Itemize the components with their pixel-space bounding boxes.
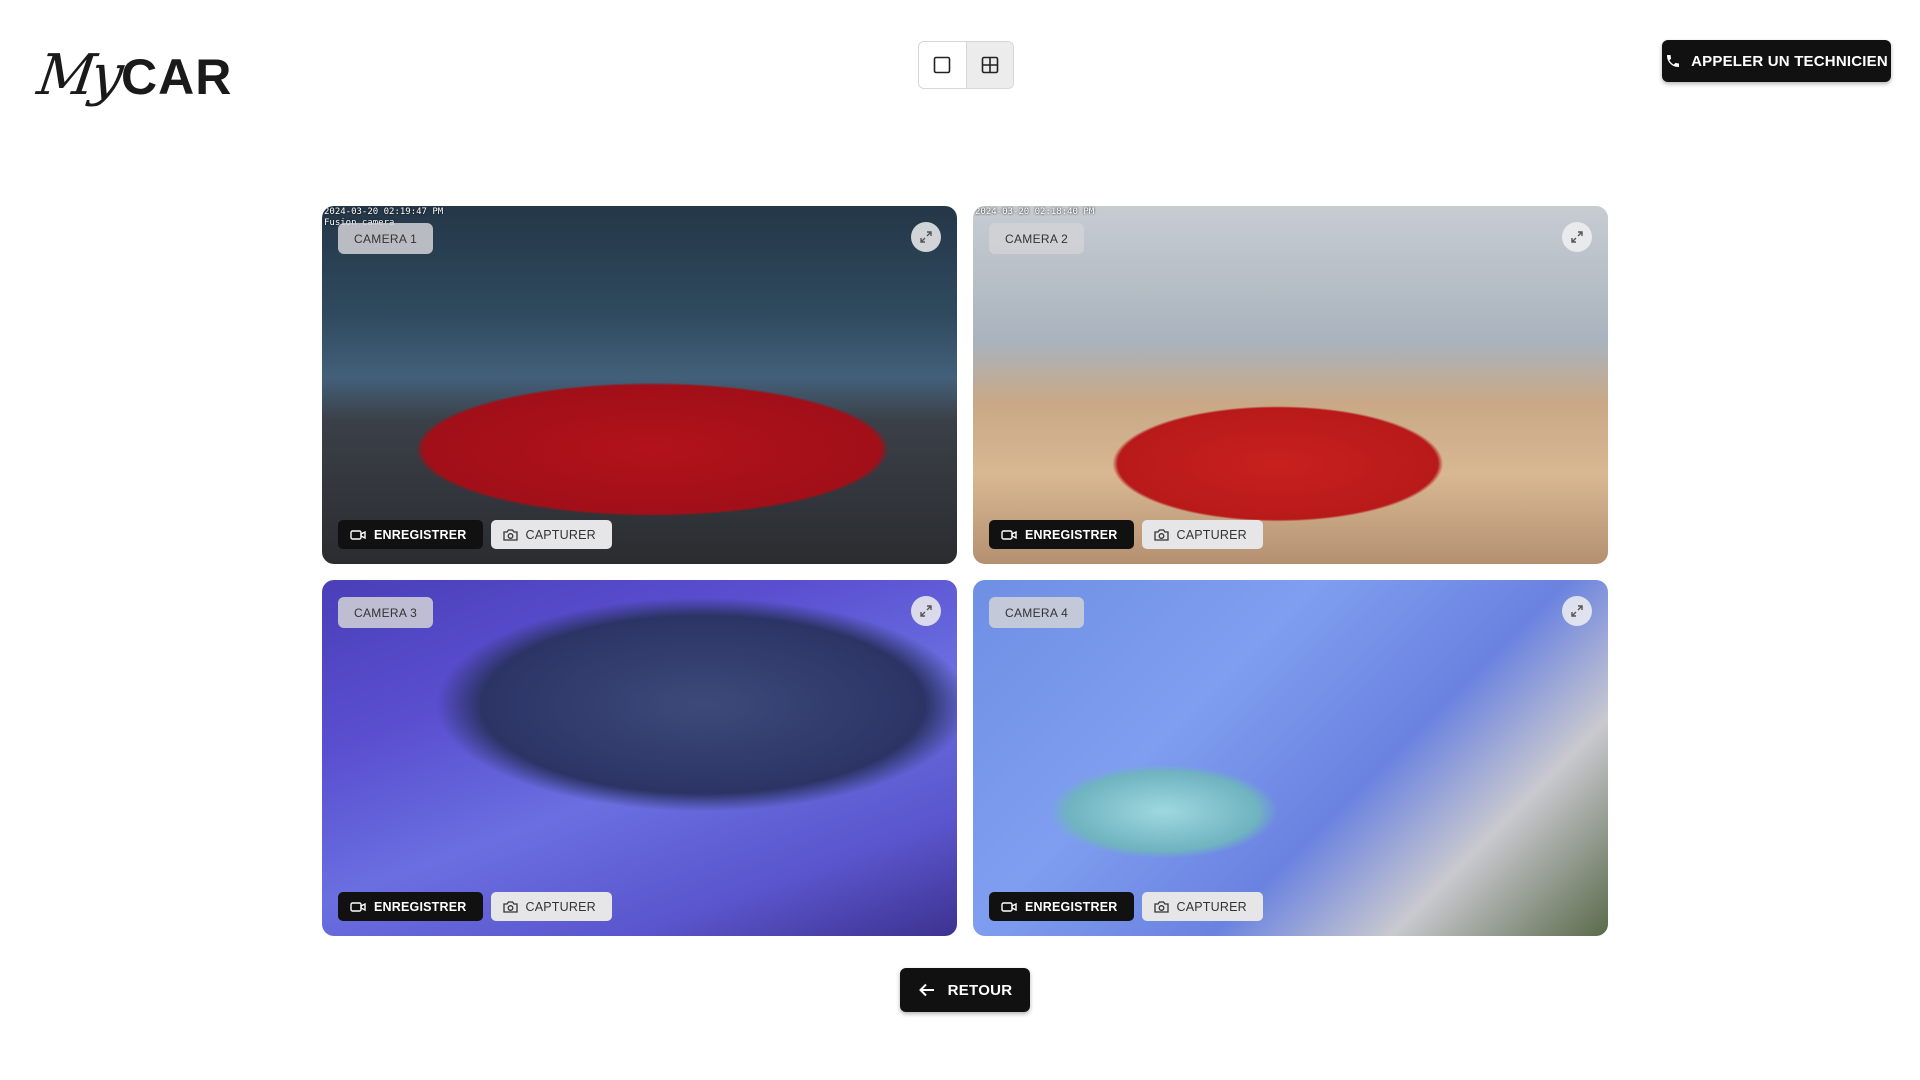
record-button[interactable]: ENREGISTRER	[989, 520, 1134, 549]
capture-label: CAPTURER	[1176, 527, 1247, 542]
call-technician-label: APPELER UN TECHNICIEN	[1691, 52, 1888, 70]
camera-actions: ENREGISTRER CAPTURER	[338, 520, 612, 549]
timestamp-line: 2024-03-20 02:18:40 PM	[975, 207, 1095, 217]
camera-icon	[1153, 529, 1169, 541]
camera-icon	[502, 901, 518, 913]
camera-tile-4[interactable]: CAMERA 4 ENREGISTRER CAPTURER	[973, 580, 1608, 936]
capture-button[interactable]: CAPTURER	[1141, 520, 1263, 549]
record-button[interactable]: ENREGISTRER	[338, 892, 483, 921]
capture-button[interactable]: CAPTURER	[490, 892, 612, 921]
camera-actions: ENREGISTRER CAPTURER	[338, 892, 612, 921]
camera-feed-1	[322, 206, 957, 564]
camera-icon	[1153, 901, 1169, 913]
video-camera-icon	[1001, 529, 1017, 540]
expand-button[interactable]	[911, 222, 941, 252]
camera-label: CAMERA 2	[989, 223, 1085, 254]
logo-car: CAR	[120, 49, 233, 105]
back-button[interactable]: RETOUR	[900, 968, 1030, 1012]
camera-tile-3[interactable]: CAMERA 3 ENREGISTRER CAPTURER	[322, 580, 957, 936]
expand-icon	[1571, 231, 1583, 243]
camera-tile-2[interactable]: 2024-03-20 02:18:40 PM CAMERA 2 ENREGIST…	[973, 206, 1608, 564]
expand-button[interactable]	[1562, 222, 1592, 252]
phone-icon	[1667, 55, 1680, 67]
grid-2x2-icon	[981, 56, 999, 74]
grid-view-button[interactable]	[965, 42, 1013, 88]
expand-button[interactable]	[1562, 596, 1592, 626]
app-header: My CAR APPELER UN TECHNICIEN	[0, 0, 1920, 130]
capture-label: CAPTURER	[525, 899, 596, 914]
capture-label: CAPTURER	[1176, 899, 1247, 914]
camera-timestamp: 2024-03-20 02:18:40 PM	[975, 207, 1094, 218]
expand-icon	[1571, 605, 1583, 617]
camera-feed-3	[322, 580, 957, 936]
square-icon	[934, 56, 951, 74]
video-camera-icon	[350, 901, 366, 912]
capture-label: CAPTURER	[525, 527, 596, 542]
expand-button[interactable]	[911, 596, 941, 626]
expand-icon	[920, 231, 932, 243]
camera-actions: ENREGISTRER CAPTURER	[989, 892, 1263, 921]
back-label: RETOUR	[947, 981, 1013, 999]
view-mode-toggle	[918, 41, 1014, 89]
video-camera-icon	[1001, 901, 1017, 912]
camera-feed-4	[973, 580, 1608, 936]
camera-label: CAMERA 3	[338, 597, 434, 628]
capture-button[interactable]: CAPTURER	[1141, 892, 1263, 921]
camera-actions: ENREGISTRER CAPTURER	[989, 520, 1263, 549]
record-label: ENREGISTRER	[374, 527, 467, 542]
mycar-logo[interactable]: My CAR	[34, 34, 233, 108]
record-label: ENREGISTRER	[1025, 899, 1118, 914]
record-button[interactable]: ENREGISTRER	[989, 892, 1134, 921]
record-label: ENREGISTRER	[374, 899, 467, 914]
call-technician-button[interactable]: APPELER UN TECHNICIEN	[1662, 40, 1891, 82]
logo-my: My	[33, 43, 124, 108]
capture-button[interactable]: CAPTURER	[490, 520, 612, 549]
camera-label: CAMERA 4	[989, 597, 1085, 628]
camera-icon	[502, 529, 518, 541]
record-button[interactable]: ENREGISTRER	[338, 520, 483, 549]
camera-grid: 2024-03-20 02:19:47 PM Fusion camera CAM…	[322, 206, 1608, 936]
record-label: ENREGISTRER	[1025, 527, 1118, 542]
camera-label: CAMERA 1	[338, 223, 434, 254]
camera-feed-2	[973, 206, 1608, 564]
video-camera-icon	[350, 529, 366, 540]
arrow-left-icon	[918, 983, 934, 997]
camera-tile-1[interactable]: 2024-03-20 02:19:47 PM Fusion camera CAM…	[322, 206, 957, 564]
timestamp-line: 2024-03-20 02:19:47 PM	[324, 207, 444, 217]
single-view-button[interactable]	[919, 42, 966, 88]
expand-icon	[920, 605, 932, 617]
